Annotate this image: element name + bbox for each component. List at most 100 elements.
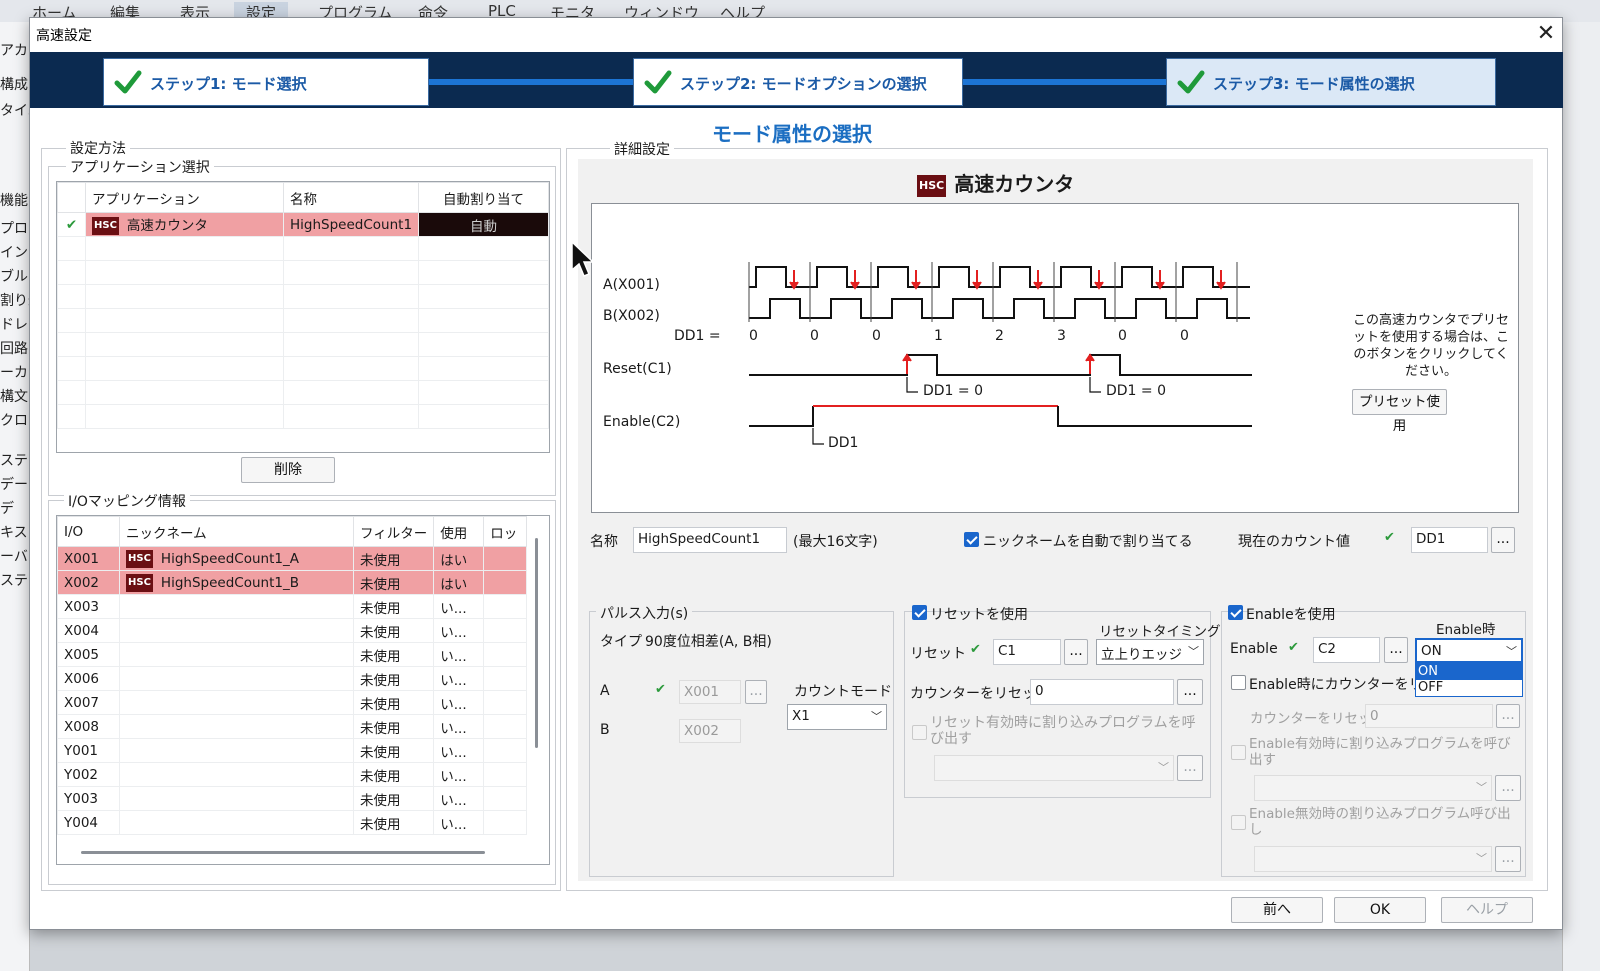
- pulse-type-label: タイプ: [600, 634, 642, 650]
- table-row[interactable]: Y004 未使用 い...: [57, 810, 527, 835]
- col-nickname[interactable]: ニックネーム: [119, 516, 354, 547]
- col-filter[interactable]: フィルター: [352, 516, 435, 547]
- col-use[interactable]: 使用: [433, 516, 485, 547]
- background-left-item: 割り込: [0, 293, 29, 309]
- signal-b-label: B(X002): [603, 308, 660, 324]
- table-row[interactable]: X006 未使用 い...: [57, 666, 527, 691]
- enable-when-select[interactable]: ON ﹀: [1415, 638, 1523, 663]
- current-count-input[interactable]: DD1: [1411, 527, 1488, 553]
- nickname-cell: HSC HighSpeedCount1_A: [119, 546, 354, 571]
- pulse-a-input[interactable]: X001: [679, 680, 741, 704]
- table-row[interactable]: X001 HSC HighSpeedCount1_A 未使用 はい: [57, 546, 527, 571]
- enable-when-dropdown: ON OFF: [1415, 663, 1523, 697]
- dropdown-option-on[interactable]: ON: [1416, 664, 1522, 680]
- hsc-icon: HSC: [917, 174, 947, 197]
- col-auto-assign[interactable]: 自動割り当て: [418, 182, 549, 213]
- use-cell: い...: [433, 786, 485, 811]
- lock-cell: [483, 738, 527, 763]
- high-speed-settings-dialog: 高速設定 ✕ ステップ1: モード選択 ステップ2: モードオプションの選択 ス…: [29, 17, 1563, 930]
- auto-nickname-checkbox[interactable]: [964, 532, 979, 547]
- enable-when-label: Enable時: [1436, 622, 1496, 638]
- filter-cell: 未使用: [352, 738, 435, 763]
- enable-counter-reset-input[interactable]: 0: [1365, 704, 1493, 728]
- disable-interrupt-checkbox[interactable]: [1231, 815, 1246, 830]
- table-row[interactable]: X008 未使用 い...: [57, 714, 527, 739]
- enable-counter-reset-browse-button[interactable]: ...: [1496, 704, 1520, 728]
- reset-timing-label: リセットタイミング: [1099, 624, 1221, 640]
- nickname-cell: [119, 738, 354, 763]
- use-reset-checkbox[interactable]: [912, 605, 927, 620]
- enable-interrupt-checkbox[interactable]: [1231, 745, 1246, 760]
- close-icon[interactable]: ✕: [1532, 20, 1560, 48]
- step-2[interactable]: ステップ2: モードオプションの選択: [633, 58, 963, 106]
- use-enable-checkbox[interactable]: [1228, 605, 1243, 620]
- table-row[interactable]: Y001 未使用 い...: [57, 738, 527, 763]
- table-row[interactable]: X007 未使用 い...: [57, 690, 527, 715]
- horizontal-scrollbar[interactable]: [81, 851, 485, 854]
- dropdown-option-off[interactable]: OFF: [1416, 680, 1522, 696]
- vertical-scrollbar[interactable]: [535, 538, 538, 748]
- table-row[interactable]: ✔ HSC 高速カウンタ HighSpeedCount1 自動: [57, 212, 549, 237]
- table-row[interactable]: Y002 未使用 い...: [57, 762, 527, 787]
- reset-on-enable-checkbox[interactable]: [1231, 675, 1246, 690]
- reset-interrupt-select[interactable]: ﹀: [934, 755, 1174, 781]
- pulse-a-browse-button[interactable]: ...: [745, 680, 767, 704]
- nickname-text: HighSpeedCount1_B: [160, 574, 299, 591]
- step-3[interactable]: ステップ3: モード属性の選択: [1166, 58, 1496, 106]
- col-application[interactable]: アプリケーション: [85, 182, 284, 213]
- name-max-label: (最大16文字): [793, 534, 878, 550]
- counter-reset-input[interactable]: 0: [1030, 679, 1174, 705]
- reset-timing-select[interactable]: 立上りエッジ ﹀: [1096, 639, 1204, 665]
- col-name[interactable]: 名称: [282, 182, 420, 213]
- reset-interrupt-browse-button[interactable]: ...: [1177, 755, 1203, 781]
- preset-button[interactable]: プリセット使用: [1352, 389, 1447, 434]
- enable-input[interactable]: C2: [1313, 637, 1380, 663]
- check-icon: ✔: [1384, 530, 1395, 545]
- use-cell: い...: [433, 690, 485, 715]
- hsc-icon: HSC: [92, 217, 119, 235]
- col-lock[interactable]: ロッ: [483, 516, 527, 547]
- table-row[interactable]: X005 未使用 い...: [57, 642, 527, 667]
- signal-b-waveform: [749, 298, 1250, 319]
- enable-interrupt-browse-button[interactable]: ...: [1495, 775, 1521, 801]
- count-mode-select[interactable]: X1 ﹀: [787, 704, 887, 730]
- disable-interrupt-select[interactable]: ﹀: [1254, 846, 1492, 872]
- hsc-icon: HSC: [126, 573, 153, 592]
- lock-cell: [483, 762, 527, 787]
- filter-cell: 未使用: [352, 714, 435, 739]
- name-input[interactable]: HighSpeedCount1: [633, 527, 787, 553]
- use-cell: い...: [433, 714, 485, 739]
- delete-button[interactable]: 削除: [241, 457, 335, 483]
- enable-interrupt-select[interactable]: ﹀: [1254, 775, 1492, 801]
- step-1[interactable]: ステップ1: モード選択: [103, 58, 429, 106]
- reset-browse-button[interactable]: ...: [1064, 639, 1088, 665]
- background-left-item: プロ: [0, 221, 28, 237]
- io-cell: X003: [57, 594, 120, 619]
- enable-note-pointer: [812, 428, 824, 445]
- check-icon: ✔: [1288, 640, 1299, 655]
- table-row[interactable]: Y003 未使用 い...: [57, 786, 527, 811]
- counter-reset-browse-button[interactable]: ...: [1177, 679, 1203, 705]
- nickname-cell: [119, 594, 354, 619]
- reset-note-pointer: [1089, 377, 1101, 393]
- table-row: [57, 380, 549, 405]
- col-io[interactable]: I/O: [57, 516, 120, 547]
- table-row[interactable]: X002 HSC HighSpeedCount1_B 未使用 はい: [57, 570, 527, 595]
- enable-browse-button[interactable]: ...: [1384, 637, 1408, 663]
- background-left-item: ブル: [0, 269, 28, 285]
- reset-interrupt-checkbox[interactable]: [912, 725, 927, 740]
- prev-button[interactable]: 前へ: [1231, 897, 1323, 923]
- filter-cell: 未使用: [352, 762, 435, 787]
- table-row[interactable]: X003 未使用 い...: [57, 594, 527, 619]
- table-row[interactable]: X004 未使用 い...: [57, 618, 527, 643]
- current-count-browse-button[interactable]: ...: [1491, 527, 1515, 553]
- hsc-header: HSC 高速カウンタ: [917, 168, 1074, 197]
- table-row: [57, 404, 549, 429]
- pulse-b-input[interactable]: X002: [679, 719, 741, 743]
- reset-input[interactable]: C1: [993, 639, 1061, 665]
- ok-button[interactable]: OK: [1334, 897, 1426, 923]
- reset-note-pointer: [906, 377, 918, 393]
- disable-interrupt-browse-button[interactable]: ...: [1495, 846, 1521, 872]
- use-cell: はい: [433, 546, 485, 571]
- help-button[interactable]: ヘルプ: [1441, 897, 1533, 923]
